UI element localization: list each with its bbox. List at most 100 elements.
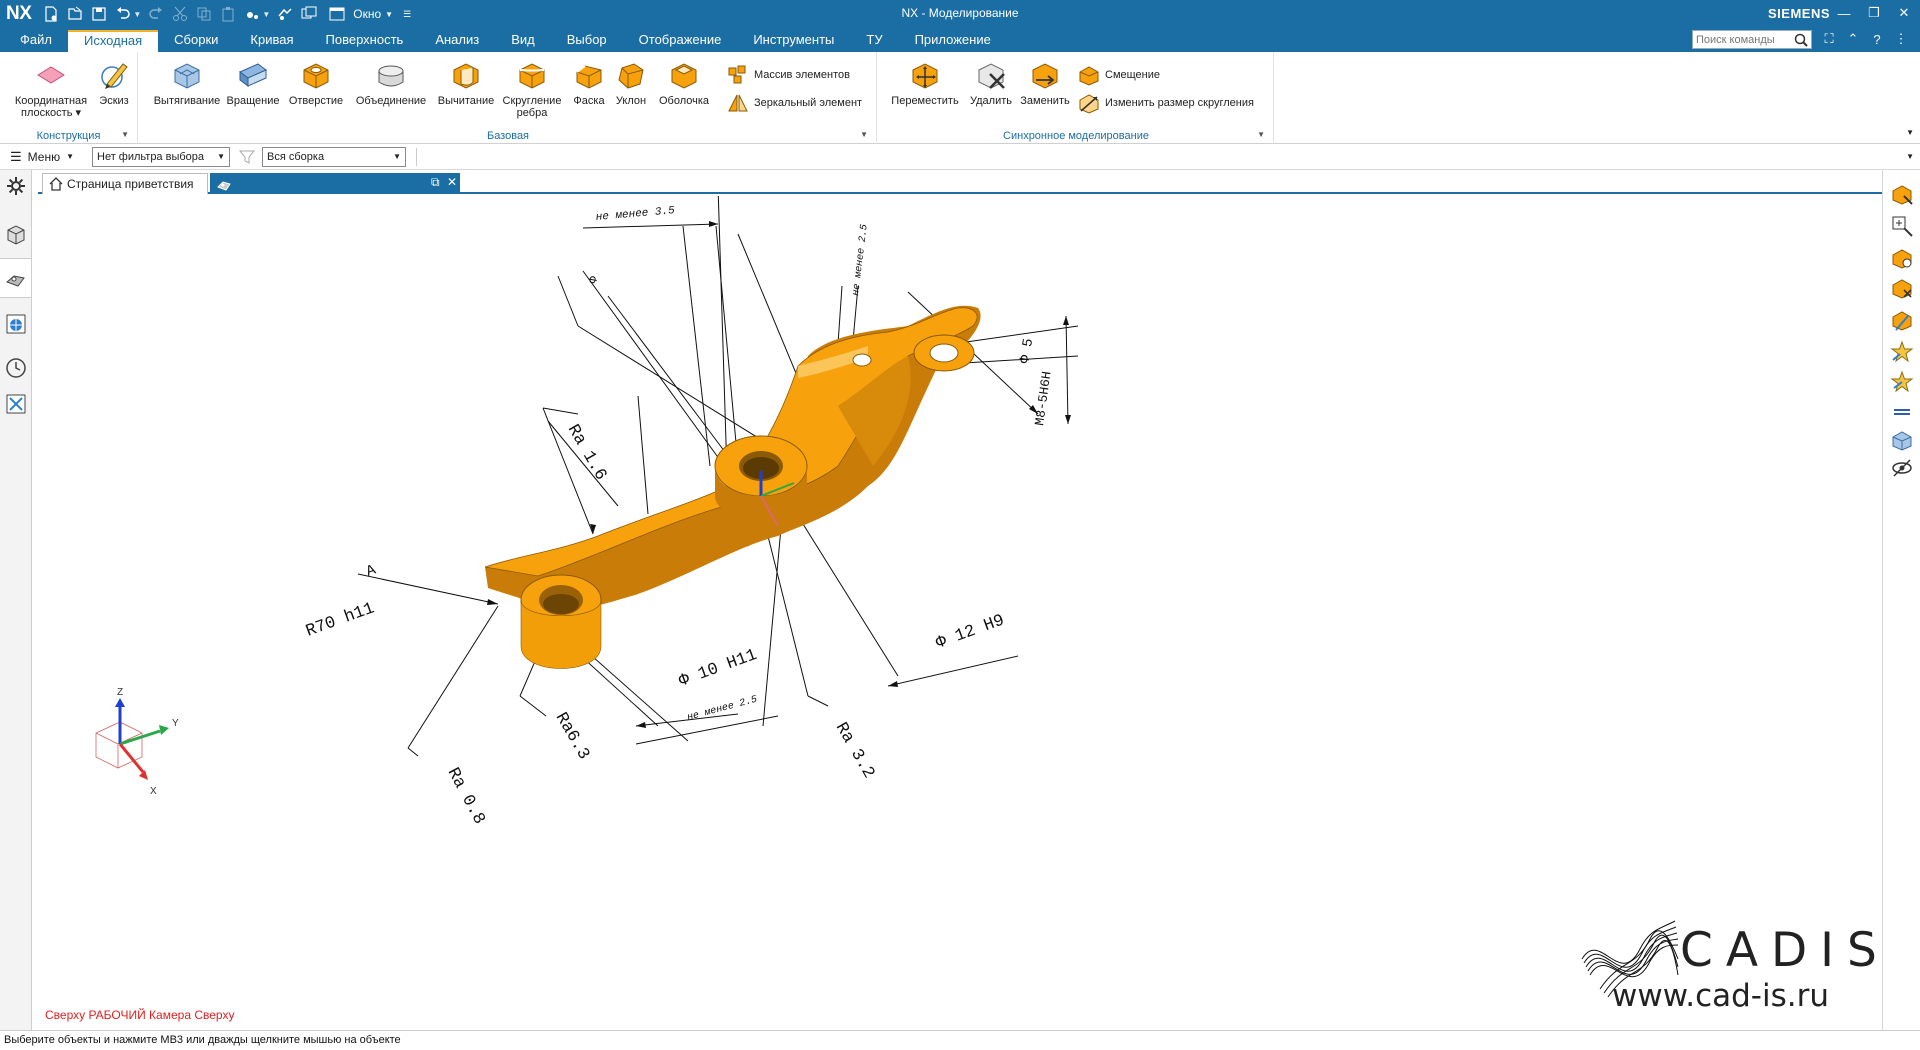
- shaded-view-icon[interactable]: [1890, 246, 1914, 270]
- tab-surface[interactable]: Поверхность: [310, 30, 420, 52]
- process-studio-icon[interactable]: [4, 392, 28, 416]
- hide-view-icon[interactable]: [1890, 276, 1914, 300]
- wireframe-view-icon[interactable]: [1890, 428, 1914, 452]
- tab-analysis[interactable]: Анализ: [419, 30, 495, 52]
- tab-application[interactable]: Приложение: [899, 30, 1007, 52]
- tab-file[interactable]: Файл: [0, 30, 68, 52]
- selbar-expand-icon[interactable]: ▼: [1906, 152, 1914, 161]
- annotation-ra63: Ra6.3: [551, 710, 593, 764]
- close-tab-icon[interactable]: ✕: [447, 175, 457, 189]
- redo-icon[interactable]: [146, 4, 166, 24]
- draft-button[interactable]: Уклон: [610, 58, 652, 107]
- tab-welcome-page[interactable]: Страница приветствия: [42, 173, 208, 194]
- repeat-dropdown-icon[interactable]: ▼: [262, 10, 270, 19]
- command-search[interactable]: [1692, 30, 1812, 49]
- hole-button[interactable]: Отверстие: [286, 58, 346, 107]
- undock-tab-icon[interactable]: ⧉: [431, 175, 440, 190]
- annotation-ne-menee-25-bottom: не менее 2.5: [686, 695, 758, 724]
- triad-z-arrow: [115, 698, 125, 707]
- edge-blend-button[interactable]: Скругление ребра: [500, 58, 564, 119]
- shell-button[interactable]: Оболочка: [654, 58, 714, 107]
- fullscreen-icon[interactable]: ⛶: [1820, 30, 1838, 48]
- part-navigator-icon[interactable]: [4, 266, 28, 290]
- delete-face-button[interactable]: Удалить: [967, 58, 1015, 107]
- triad-y-axis: [119, 729, 161, 746]
- tab-view[interactable]: Вид: [495, 30, 551, 52]
- fit-view-icon[interactable]: [1890, 214, 1914, 238]
- tab-curve[interactable]: Кривая: [234, 30, 309, 52]
- sketch-button[interactable]: Эскиз: [92, 58, 136, 107]
- search-icon[interactable]: [1793, 32, 1809, 48]
- window-menu[interactable]: Окно ▼ ☰: [325, 4, 411, 24]
- equal-lines-icon[interactable]: [1890, 400, 1914, 424]
- tab-home[interactable]: Исходная: [67, 30, 159, 52]
- tab-model-part[interactable]: ⧉ ✕: [210, 173, 460, 194]
- subtract-icon: [453, 63, 479, 89]
- hole-label: Отверстие: [288, 95, 344, 107]
- offset-face-button[interactable]: Смещение: [1077, 62, 1160, 88]
- cut-icon[interactable]: [170, 4, 190, 24]
- arrowhead: [487, 599, 498, 605]
- leader-line: [797, 515, 899, 677]
- filter-funnel-icon[interactable]: [238, 148, 256, 166]
- group-construction-more-icon[interactable]: ▼: [121, 130, 129, 139]
- star-select-icon[interactable]: [1890, 370, 1914, 394]
- switch-window-icon[interactable]: [299, 4, 319, 24]
- unite-button[interactable]: Объединение: [352, 58, 430, 107]
- annotation-r70: R70 h11: [304, 599, 378, 641]
- more-icon[interactable]: ⋮: [1892, 30, 1910, 48]
- copy-icon[interactable]: [194, 4, 214, 24]
- subtract-button[interactable]: Вычитание: [434, 58, 498, 107]
- ribbon-expand-icon[interactable]: ▼: [1906, 128, 1914, 137]
- resize-blend-label: Изменить размер скругления: [1105, 97, 1254, 109]
- replace-face-label: Заменить: [1020, 95, 1070, 107]
- resize-blend-button[interactable]: Изменить размер скругления: [1077, 90, 1254, 116]
- open-file-icon[interactable]: [65, 4, 85, 24]
- web-browser-icon[interactable]: [4, 312, 28, 336]
- assembly-navigator-icon[interactable]: [4, 222, 28, 246]
- extrude-button[interactable]: Вытягивание: [152, 58, 222, 107]
- move-face-button[interactable]: Переместить: [887, 58, 963, 107]
- undo-icon[interactable]: [113, 4, 133, 24]
- command-search-input[interactable]: [1693, 31, 1793, 48]
- minimize-button[interactable]: —: [1834, 3, 1854, 23]
- settings-gear-icon[interactable]: [4, 174, 28, 198]
- edit-object-display-icon[interactable]: [1890, 308, 1914, 332]
- orient-view-icon[interactable]: [1890, 182, 1914, 206]
- history-clock-icon[interactable]: [4, 356, 28, 380]
- tab-selection[interactable]: Выбор: [551, 30, 623, 52]
- coord-plane-button[interactable]: Координатная плоскость ▾: [10, 58, 92, 119]
- extrude-label: Вытягивание: [153, 95, 221, 107]
- customize-quick-access-icon[interactable]: ☰: [403, 9, 411, 20]
- help-icon[interactable]: ?: [1868, 30, 1886, 48]
- mirror-feature-icon: [728, 94, 748, 112]
- group-sync-more-icon[interactable]: ▼: [1257, 130, 1265, 139]
- collapse-ribbon-icon[interactable]: ⌃: [1844, 30, 1862, 48]
- repeat-command-icon[interactable]: [242, 4, 262, 24]
- dimension-line: [635, 715, 779, 745]
- selection-scope-combo[interactable]: Вся сборка ▼: [262, 147, 406, 167]
- tab-render[interactable]: Отображение: [623, 30, 738, 52]
- chamfer-button[interactable]: Фаска: [568, 58, 610, 107]
- group-base-more-icon[interactable]: ▼: [860, 130, 868, 139]
- selection-scope-value: Вся сборка: [267, 151, 325, 163]
- replace-face-button[interactable]: Заменить: [1017, 58, 1073, 107]
- type-filter-combo[interactable]: Нет фильтра выбора ▼: [92, 147, 230, 167]
- tab-tools[interactable]: Инструменты: [737, 30, 850, 52]
- visibility-toggle-icon[interactable]: [1890, 456, 1914, 480]
- main-menu-button[interactable]: ☰ Меню ▼: [10, 149, 74, 165]
- touch-mode-icon[interactable]: [275, 4, 295, 24]
- restore-button[interactable]: ❐: [1864, 3, 1884, 23]
- pattern-button[interactable]: Массив элементов: [726, 62, 850, 88]
- tab-pmi[interactable]: ТУ: [850, 30, 898, 52]
- revolve-button[interactable]: Вращение: [224, 58, 282, 107]
- star-highlight-icon[interactable]: [1890, 340, 1914, 364]
- tab-assemblies[interactable]: Сборки: [158, 30, 234, 52]
- new-file-icon[interactable]: [41, 4, 61, 24]
- close-button[interactable]: ✕: [1894, 3, 1914, 23]
- save-icon[interactable]: [89, 4, 109, 24]
- graphics-viewport[interactable]: не менее 3.5 не менее 2.5 не менее 2.5 R…: [38, 196, 1882, 1030]
- paste-icon[interactable]: [218, 4, 238, 24]
- mirror-button[interactable]: Зеркальный элемент: [726, 90, 862, 116]
- undo-dropdown-icon[interactable]: ▼: [133, 10, 141, 19]
